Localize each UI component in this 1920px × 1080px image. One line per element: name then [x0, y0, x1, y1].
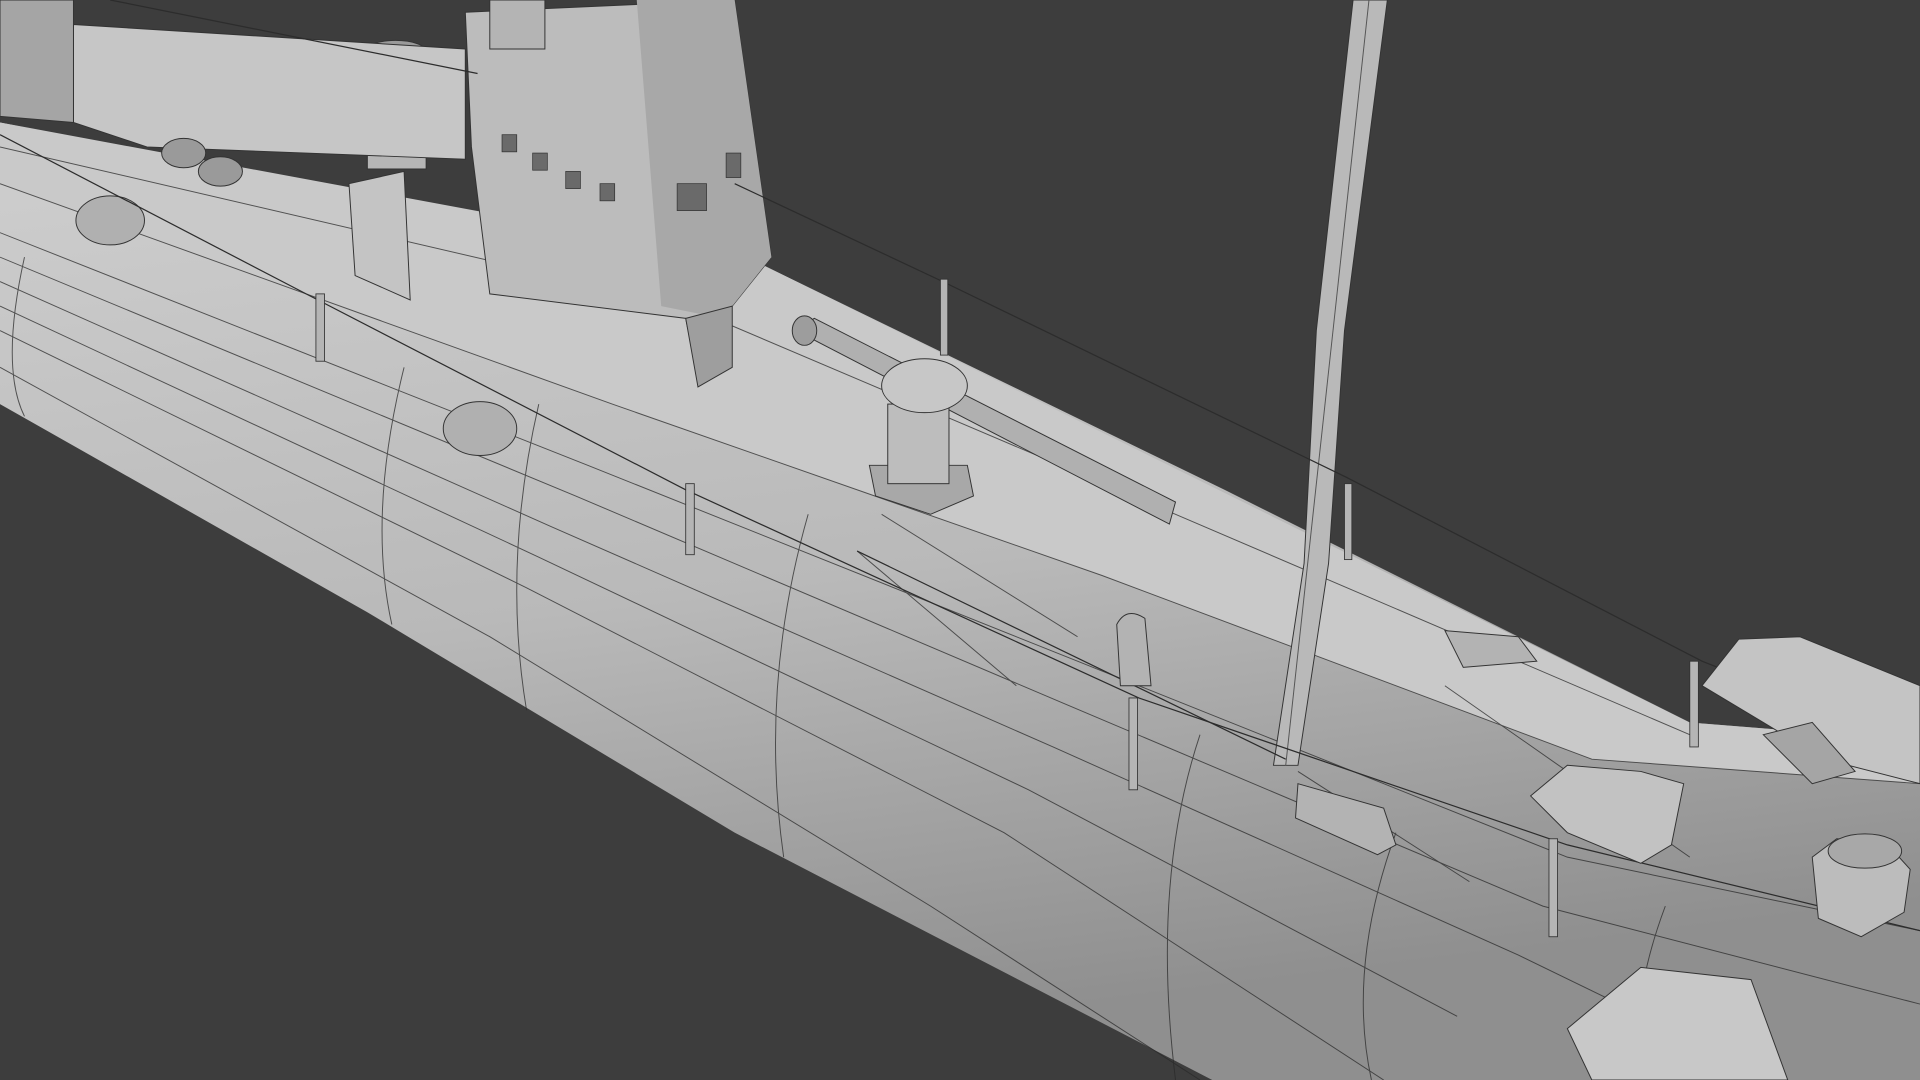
submarine-render: [0, 0, 1920, 1080]
3d-viewport[interactable]: [0, 0, 1920, 1080]
